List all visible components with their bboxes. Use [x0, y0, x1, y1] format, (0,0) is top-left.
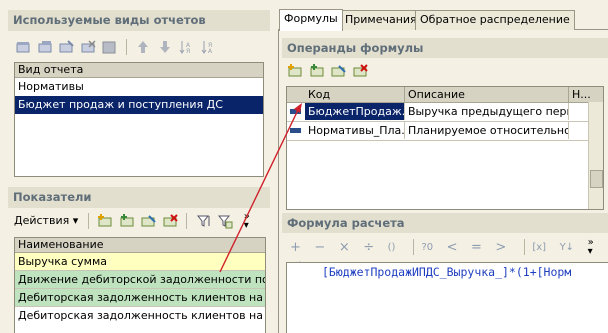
filter-settings-icon[interactable] — [216, 212, 234, 230]
formula-text: [БюджетПродажИПДС_Выручка_]*(1+[Норм — [322, 265, 572, 279]
toolbar-separator — [87, 213, 89, 229]
more-menu-icon[interactable]: » ▾ — [588, 238, 594, 257]
column-header-description[interactable]: Описание — [405, 87, 569, 102]
more-menu-icon[interactable]: » ▾ — [244, 212, 250, 231]
list-item-selected[interactable]: Бюджет продаж и поступления ДС — [15, 96, 263, 114]
operand-filter-icon[interactable]: Y↓ — [560, 242, 575, 253]
minus-icon[interactable]: − — [314, 240, 325, 255]
operand-description[interactable]: Планируемое относительное... — [405, 122, 569, 139]
filter-icon[interactable] — [195, 212, 213, 230]
operand-code[interactable]: Нормативы_Пла... — [305, 122, 405, 139]
table-row[interactable]: БюджетПродаж... Выручка предыдущего пери… — [287, 103, 603, 122]
sort-asc-icon[interactable]: AЯ — [177, 38, 195, 56]
indicators-toolbar: Действия ▾ » ▾ — [14, 212, 266, 234]
add-copy-icon[interactable] — [308, 62, 326, 80]
report-types-list[interactable]: Вид отчета Нормативы Бюджет продаж и пос… — [14, 62, 264, 177]
indicators-title: Показатели — [8, 187, 270, 208]
move-down-icon[interactable] — [156, 38, 174, 56]
chevron-down-icon: ▾ — [72, 214, 79, 227]
brackets-icon[interactable]: [x] — [532, 242, 546, 253]
tab-formulas[interactable]: Формулы — [279, 9, 343, 31]
table-row[interactable]: Дебиторская задолженность клиентов на к — [15, 307, 265, 324]
toolbar-separator — [186, 213, 188, 229]
table-row[interactable]: Нормативы_Пла... Планируемое относительн… — [287, 122, 603, 141]
column-header-name[interactable]: Наименование — [15, 238, 265, 253]
delete-icon[interactable] — [161, 212, 179, 230]
divide-icon[interactable]: ÷ — [363, 240, 374, 255]
sort-desc-icon[interactable]: ЯA — [199, 38, 217, 56]
svg-text:Я: Я — [186, 48, 190, 55]
report-types-toolbar: AЯ ЯA — [14, 38, 264, 58]
column-header-report-type[interactable]: Вид отчета — [15, 63, 263, 78]
add-icon[interactable] — [14, 38, 32, 56]
operand-row-icon — [290, 109, 301, 114]
toolbar-separator — [523, 239, 525, 255]
column-header-n[interactable]: Н... — [569, 87, 591, 102]
operands-table[interactable]: Код Описание Н... БюджетПродаж... Выручк… — [286, 86, 604, 210]
svg-text:A: A — [208, 48, 213, 55]
plus-icon[interactable]: + — [290, 240, 301, 255]
table-row[interactable]: Выручка сумма — [15, 253, 265, 271]
actions-label: Действия — [14, 214, 70, 227]
operands-title: Операнды формулы — [282, 38, 608, 58]
indicators-list[interactable]: Наименование Выручка сумма Движение деби… — [14, 237, 266, 333]
formula-toolbar: + − × ÷ () ?0 < = > [x] Y↓ »▾ ⌁ — [290, 238, 608, 272]
tab-notes[interactable]: Примечания — [340, 10, 422, 30]
toolbar-separator — [412, 239, 414, 255]
greater-than-icon[interactable]: > — [495, 240, 506, 255]
formula-editor[interactable]: [БюджетПродажИПДС_Выручка_]*(1+[Норм — [286, 262, 608, 333]
actions-menu[interactable]: Действия ▾ — [14, 212, 80, 230]
parentheses-icon[interactable]: () — [388, 242, 396, 253]
report-types-title: Используемые виды отчетов — [8, 10, 270, 31]
add-icon[interactable] — [96, 212, 114, 230]
add-copy-icon[interactable] — [36, 38, 54, 56]
column-header-code[interactable]: Код — [305, 87, 405, 102]
toolbar-separator — [125, 39, 127, 55]
add-copy-icon[interactable] — [118, 212, 136, 230]
list-item[interactable]: Нормативы — [15, 78, 263, 96]
table-row[interactable]: Дебиторская задолженность клиентов на к — [15, 289, 265, 307]
move-up-icon[interactable] — [134, 38, 152, 56]
operands-toolbar — [286, 62, 406, 82]
operands-scrollbar[interactable] — [588, 102, 603, 209]
scroll-thumb[interactable] — [590, 170, 603, 188]
operands-header: Код Описание Н... — [287, 87, 603, 103]
condition-icon[interactable]: ?0 — [421, 242, 433, 253]
equals-icon[interactable]: = — [471, 240, 482, 255]
operand-description[interactable]: Выручка предыдущего периода — [405, 103, 569, 120]
add-icon[interactable] — [286, 62, 304, 80]
edit-icon[interactable] — [329, 62, 347, 80]
multiply-icon[interactable]: × — [339, 240, 350, 255]
delete-icon[interactable] — [351, 62, 369, 80]
delete-icon[interactable] — [79, 38, 97, 56]
less-than-icon[interactable]: < — [447, 240, 458, 255]
edit-icon[interactable] — [139, 212, 157, 230]
edit-icon[interactable] — [57, 38, 75, 56]
formula-title: Формула расчета — [282, 213, 608, 233]
tab-reverse-distribution[interactable]: Обратное распределение — [415, 10, 575, 30]
table-row[interactable]: Движение дебиторской задолженности по — [15, 271, 265, 289]
operand-code-selected[interactable]: БюджетПродаж... — [305, 103, 405, 120]
operand-row-icon — [290, 128, 301, 133]
save-icon[interactable] — [100, 38, 118, 56]
